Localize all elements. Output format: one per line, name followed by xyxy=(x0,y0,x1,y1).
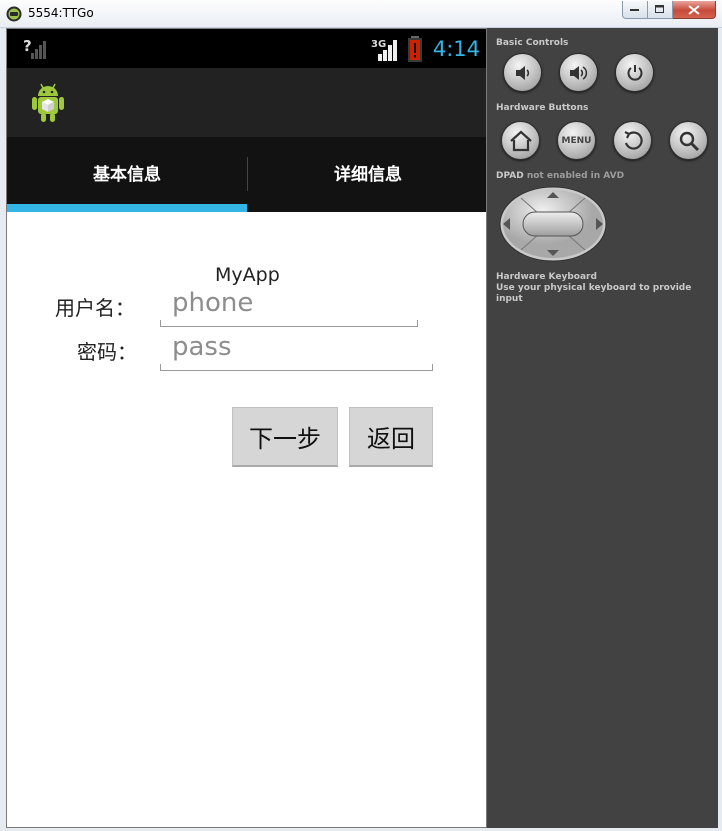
password-input[interactable]: pass xyxy=(160,329,433,371)
status-clock: 4:14 xyxy=(432,37,480,61)
emulator-controls-panel: Basic Controls Hardware Buttons MENU DPA… xyxy=(487,28,718,828)
form-content: MyApp 用户名： phone 密码： pass 下一步 返回 xyxy=(7,212,486,827)
next-step-button[interactable]: 下一步 xyxy=(232,407,338,467)
svg-text:?: ? xyxy=(23,37,32,55)
dpad-title: DPAD xyxy=(496,171,524,181)
back-icon xyxy=(624,130,643,150)
dpad-note: not enabled in AVD xyxy=(526,171,625,181)
minimize-button[interactable] xyxy=(622,1,648,19)
window-controls xyxy=(622,1,716,19)
android-window-icon xyxy=(6,6,22,22)
signal-unknown-icon: ? xyxy=(23,37,46,59)
tab-basic-info[interactable]: 基本信息 xyxy=(7,137,247,212)
menu-button[interactable]: MENU xyxy=(557,121,596,160)
power-button[interactable] xyxy=(615,53,654,92)
status-bar-right: 3G 4:14 xyxy=(371,35,480,63)
volume-down-icon xyxy=(515,65,529,80)
emulator-screen[interactable]: ? 3G 4:14 基本信息 详细信息 MyApp 用户名： phone 密码：… xyxy=(6,28,487,828)
volume-down-button[interactable] xyxy=(503,53,542,92)
password-label: 密码： xyxy=(77,340,137,364)
back-button[interactable]: 返回 xyxy=(349,407,433,467)
signal-3g-icon: 3G xyxy=(371,39,397,61)
dpad-heading: DPAD not enabled in AVD xyxy=(496,171,624,181)
close-button[interactable] xyxy=(673,1,716,19)
app-name-label: MyApp xyxy=(215,264,280,286)
menu-icon: MENU xyxy=(561,135,592,146)
network-type-label: 3G xyxy=(371,39,386,50)
search-icon xyxy=(679,131,699,151)
tab-selected-indicator xyxy=(7,204,247,212)
hardware-keyboard-note: Use your physical keyboard to provide in… xyxy=(496,283,692,304)
android-app-icon[interactable] xyxy=(29,80,67,124)
back-hardware-button[interactable] xyxy=(613,121,652,160)
minimize-icon xyxy=(630,8,639,11)
basic-controls-heading: Basic Controls xyxy=(496,38,569,48)
username-input[interactable]: phone xyxy=(160,285,418,327)
tab-detail-info[interactable]: 详细信息 xyxy=(248,137,486,212)
tab-detail-info-label: 详细信息 xyxy=(334,164,402,185)
battery-icon xyxy=(407,36,422,62)
dpad-control[interactable] xyxy=(499,186,607,262)
window-titlebar: 5554:TTGo xyxy=(0,0,722,28)
search-button[interactable] xyxy=(669,121,708,160)
hardware-keyboard-title: Hardware Keyboard xyxy=(496,272,597,282)
volume-up-icon xyxy=(569,65,587,80)
power-icon xyxy=(627,64,642,81)
tab-bar: 基本信息 详细信息 xyxy=(7,137,486,212)
status-bar: ? 3G 4:14 xyxy=(7,29,486,68)
home-icon xyxy=(509,130,532,151)
action-bar xyxy=(7,68,486,137)
window-title: 5554:TTGo xyxy=(28,6,94,20)
hardware-buttons-heading: Hardware Buttons xyxy=(496,103,589,113)
close-icon xyxy=(688,4,700,15)
maximize-button[interactable] xyxy=(648,1,673,19)
username-label: 用户名： xyxy=(55,296,135,320)
volume-up-button[interactable] xyxy=(559,53,598,92)
home-button[interactable] xyxy=(501,121,540,160)
hardware-keyboard-info: Hardware Keyboard Use your physical keyb… xyxy=(496,272,718,305)
maximize-icon xyxy=(655,5,664,13)
window-frame-right xyxy=(718,28,722,831)
tab-basic-info-label: 基本信息 xyxy=(93,164,161,185)
